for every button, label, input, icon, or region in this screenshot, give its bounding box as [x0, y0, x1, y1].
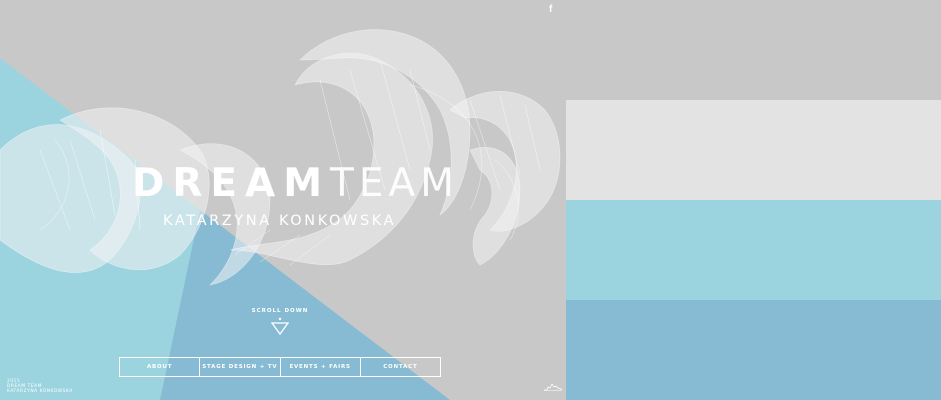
- nav-item-contact[interactable]: CONTACT: [361, 358, 440, 376]
- skyline-logo-icon: [544, 383, 562, 391]
- scroll-down-button[interactable]: SCROLL DOWN: [240, 307, 320, 335]
- footer-credit: 2015 DREAM TEAM KATARZYNA KONKOWSKA: [7, 379, 73, 394]
- nav-item-events-fairs[interactable]: EVENTS + FAIRS: [281, 358, 361, 376]
- hero-section: f DREAMTEAM KATARZYNA KONKOWSKA SCROLL D…: [0, 0, 566, 400]
- page-subtitle: KATARZYNA KONKOWSKA: [163, 213, 397, 229]
- facebook-icon[interactable]: f: [549, 4, 552, 16]
- swatch-gray: [566, 0, 941, 100]
- main-nav: ABOUT STAGE DESIGN + TV EVENTS + FAIRS C…: [119, 357, 441, 377]
- nav-item-stage-design-tv[interactable]: STAGE DESIGN + TV: [200, 358, 281, 376]
- scroll-down-label: SCROLL DOWN: [251, 308, 309, 314]
- title-bold-part: DREAM: [132, 161, 331, 206]
- color-palette: [566, 0, 941, 400]
- triangle-down-icon: [271, 317, 289, 335]
- nav-item-about[interactable]: ABOUT: [120, 358, 201, 376]
- swatch-blue: [566, 300, 941, 400]
- swatch-light-blue: [566, 200, 941, 300]
- title-light-part: TEAM: [330, 161, 459, 206]
- page-title: DREAMTEAM: [132, 160, 459, 208]
- swatch-light-gray: [566, 100, 941, 200]
- credit-author: KATARZYNA KONKOWSKA: [7, 389, 73, 394]
